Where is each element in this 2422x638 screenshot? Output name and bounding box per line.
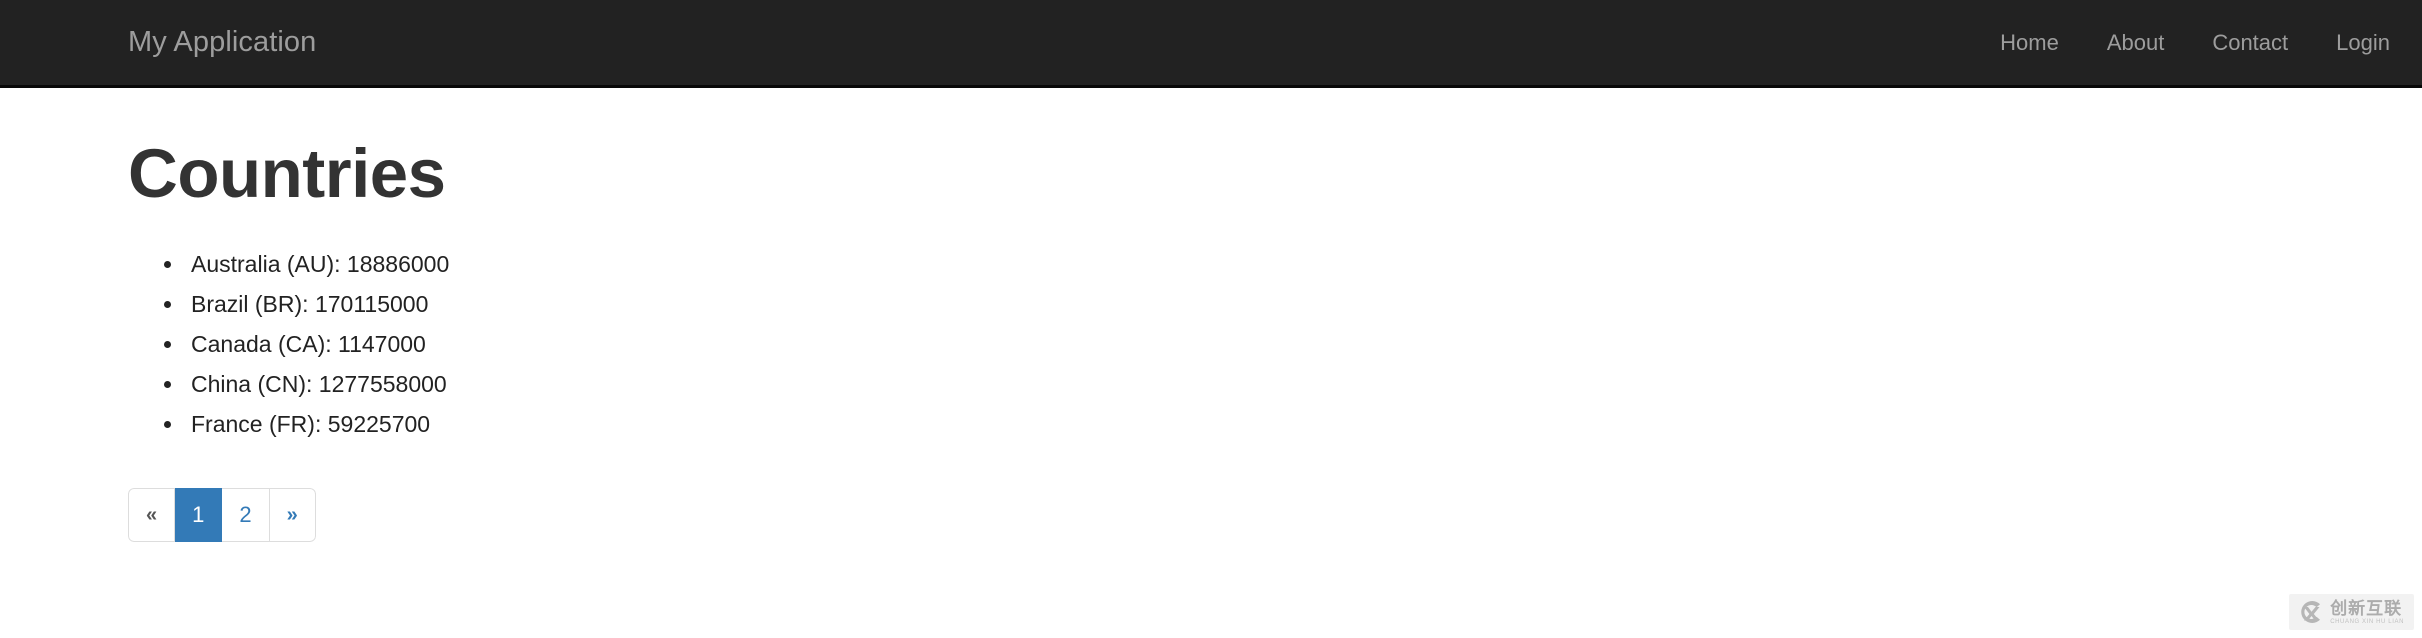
double-chevron-left-icon[interactable]: « xyxy=(128,487,176,542)
pagination-link-2[interactable]: 2 xyxy=(222,487,270,542)
watermark-pinyin: CHUANG XIN HU LIAN xyxy=(2330,618,2404,625)
pagination-item-2[interactable]: 2 xyxy=(222,487,270,542)
list-item: Brazil (BR): 170115000 xyxy=(185,284,2294,324)
nav-link-contact[interactable]: Contact xyxy=(2188,0,2312,87)
list-item: China (CN): 1277558000 xyxy=(185,364,2294,404)
nav-item-home[interactable]: Home xyxy=(1976,0,2083,87)
list-item: France (FR): 59225700 xyxy=(185,404,2294,444)
pagination-wrapper: « 1 2 » xyxy=(128,487,2294,542)
pagination-item-previous[interactable]: « xyxy=(128,487,176,542)
watermark-cn: 创新互联 xyxy=(2330,598,2403,618)
main-content: Countries Australia (AU): 18886000 Brazi… xyxy=(0,88,2422,542)
watermark: 创新互联 CHUANG XIN HU LIAN xyxy=(2289,594,2414,630)
pagination-link-1[interactable]: 1 xyxy=(175,487,223,542)
navbar-brand[interactable]: My Application xyxy=(128,28,316,57)
pagination-item-next[interactable]: » xyxy=(269,487,316,542)
nav-item-about[interactable]: About xyxy=(2083,0,2189,87)
nav-link-login[interactable]: Login xyxy=(2312,0,2414,87)
nav-link-home[interactable]: Home xyxy=(1976,0,2083,87)
top-navbar: My Application Home About Contact Login xyxy=(0,0,2422,88)
cx-logo-icon xyxy=(2301,601,2321,623)
nav-link-about[interactable]: About xyxy=(2083,0,2189,87)
nav-item-contact[interactable]: Contact xyxy=(2188,0,2312,87)
pagination: « 1 2 » xyxy=(128,487,316,542)
country-list: Australia (AU): 18886000 Brazil (BR): 17… xyxy=(128,244,2294,444)
nav-item-login[interactable]: Login xyxy=(2312,0,2414,87)
list-item: Canada (CA): 1147000 xyxy=(185,324,2294,364)
double-chevron-right-icon[interactable]: » xyxy=(269,487,316,542)
page-title: Countries xyxy=(128,135,446,212)
watermark-text: 创新互联 CHUANG XIN HU LIAN xyxy=(2330,600,2404,625)
pagination-item-1[interactable]: 1 xyxy=(175,487,223,542)
list-item: Australia (AU): 18886000 xyxy=(185,244,2294,284)
navbar-links: Home About Contact Login xyxy=(1976,0,2414,87)
